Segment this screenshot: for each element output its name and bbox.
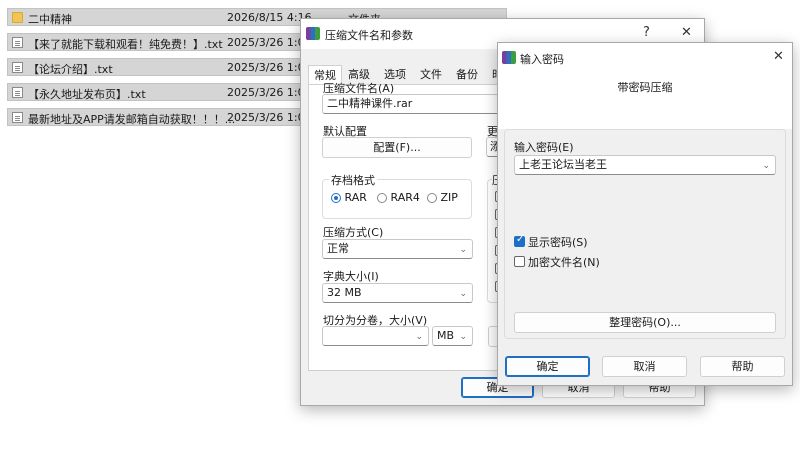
dialog-heading: 带密码压缩	[617, 81, 673, 94]
profiles-button[interactable]: 配置(F)...	[322, 137, 472, 158]
compression-method-label: 压缩方式(C)	[323, 226, 384, 239]
show-password-checkbox[interactable]	[514, 234, 525, 247]
ok-button[interactable]: 确定	[505, 356, 590, 377]
chevron-down-icon: ⌄	[415, 332, 423, 342]
organize-passwords-button[interactable]: 整理密码(O)...	[514, 312, 776, 333]
close-icon[interactable]: ✕	[681, 25, 692, 40]
show-password-label: 显示密码(S)	[528, 236, 588, 249]
title-bar: 输入密码 ✕	[498, 43, 792, 73]
file-name: 【永久地址发布页】.txt	[28, 88, 146, 101]
chevron-down-icon: ⌄	[762, 161, 770, 171]
radio-icon[interactable]	[331, 193, 341, 203]
help-button[interactable]: 帮助	[700, 356, 785, 377]
file-name: 【论坛介绍】.txt	[28, 63, 113, 76]
text-file-icon	[12, 37, 23, 48]
cancel-button[interactable]: 取消	[602, 356, 687, 377]
file-name: 二中精神	[28, 13, 72, 26]
file-date: 2025/3/26 1:08	[227, 61, 312, 74]
file-date: 2025/3/26 1:08	[227, 111, 312, 124]
archive-format-label: 存档格式	[329, 172, 377, 188]
radio-icon[interactable]	[427, 193, 437, 203]
chevron-down-icon: ⌄	[459, 332, 467, 342]
close-icon[interactable]: ✕	[773, 49, 784, 64]
password-dialog: 输入密码 ✕ 带密码压缩 输入密码(E) 上老王论坛当老王 ⌄ 显示密码(S) …	[497, 42, 793, 386]
chevron-down-icon: ⌄	[459, 289, 467, 299]
encrypt-filenames-checkbox[interactable]	[514, 256, 525, 267]
password-input[interactable]: 上老王论坛当老王 ⌄	[514, 155, 776, 175]
file-date: 2026/8/15 4:16	[227, 11, 312, 24]
password-label: 输入密码(E)	[514, 141, 574, 154]
file-date: 2025/3/26 1:08	[227, 86, 312, 99]
folder-icon	[12, 12, 23, 23]
compression-method-select[interactable]: 正常 ⌄	[322, 239, 473, 259]
format-option-zip[interactable]: ZIP	[427, 191, 458, 204]
dictionary-size-label: 字典大小(I)	[323, 270, 379, 283]
file-name: 最新地址及APP请发邮箱自动获取！！！...	[28, 113, 236, 126]
split-size-input[interactable]: ⌄	[322, 326, 429, 346]
format-option-rar4[interactable]: RAR4	[377, 191, 420, 204]
file-name: 【来了就能下载和观看！纯免费！】.txt	[28, 38, 223, 51]
tab-backup[interactable]: 备份	[456, 65, 478, 84]
dialog-title: 压缩文件名和参数	[325, 29, 413, 42]
format-option-rar[interactable]: RAR	[331, 191, 367, 204]
encrypt-filenames-label: 加密文件名(N)	[528, 256, 600, 269]
tab-files[interactable]: 文件	[420, 65, 442, 84]
split-unit-select[interactable]: MB ⌄	[432, 326, 473, 346]
help-icon[interactable]: ?	[643, 25, 650, 40]
archive-name-input[interactable]: 二中精神课件.rar	[322, 94, 502, 114]
dictionary-size-select[interactable]: 32 MB ⌄	[322, 283, 473, 303]
file-date: 2025/3/26 1:07	[227, 36, 312, 49]
text-file-icon	[12, 62, 23, 73]
radio-icon[interactable]	[377, 193, 387, 203]
text-file-icon	[12, 112, 23, 123]
dialog-title: 输入密码	[520, 53, 564, 66]
winrar-icon	[502, 51, 516, 64]
chevron-down-icon: ⌄	[459, 245, 467, 255]
text-file-icon	[12, 87, 23, 98]
winrar-icon	[306, 27, 320, 40]
